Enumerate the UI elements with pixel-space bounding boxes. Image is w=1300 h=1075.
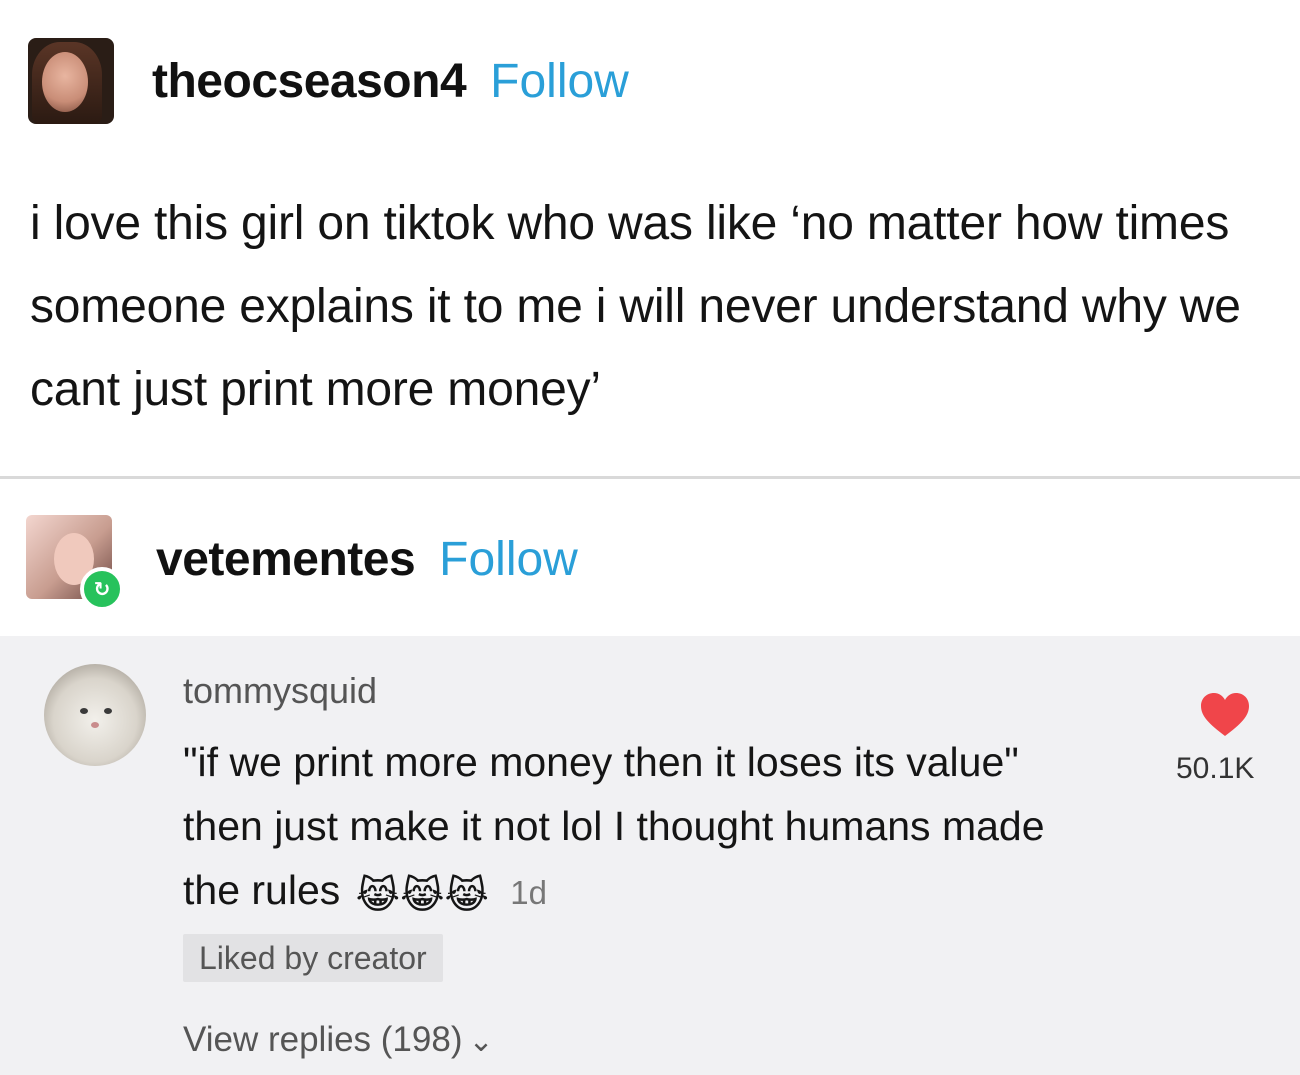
username[interactable]: theocseason4 — [152, 54, 467, 109]
reblogger-username[interactable]: vetementes — [156, 532, 416, 587]
avatar[interactable] — [28, 38, 114, 124]
avatar-eye-left — [80, 708, 88, 714]
comment-text-block: "if we print more money then it loses it… — [183, 730, 1083, 927]
follow-button-reblog[interactable]: Follow — [439, 532, 578, 587]
chevron-down-icon: ⌄ — [468, 1024, 494, 1059]
commenter-avatar[interactable] — [44, 664, 146, 766]
view-replies-button[interactable]: View replies (198) ⌄ — [183, 1020, 494, 1060]
post-text: i love this girl on tiktok who was like … — [30, 197, 1241, 416]
comment-screenshot: tommysquid "if we print more money then … — [0, 636, 1300, 1075]
follow-button[interactable]: Follow — [490, 54, 629, 109]
reblogger-avatar[interactable]: ↻ — [26, 515, 124, 611]
avatar-nose — [91, 722, 99, 728]
comment-timestamp: 1d — [510, 874, 548, 911]
heart-shape — [1201, 693, 1249, 736]
liked-by-creator-badge: Liked by creator — [183, 934, 443, 982]
reblog-header: ↻ vetementes Follow — [26, 514, 578, 611]
reblog-icon: ↻ — [80, 567, 124, 611]
heart-icon[interactable] — [1199, 692, 1251, 738]
view-replies-label: View replies (198) — [183, 1020, 463, 1059]
divider — [0, 476, 1300, 479]
post-header: theocseason4 Follow — [28, 38, 629, 124]
crying-laughing-cat-emoji: 😹😹😹 — [355, 873, 489, 917]
like-count: 50.1K — [1176, 752, 1255, 785]
commenter-name[interactable]: tommysquid — [183, 670, 377, 712]
comment-text: "if we print more money then it loses it… — [183, 739, 1045, 913]
avatar-eye-right — [104, 708, 112, 714]
avatar-face — [42, 52, 88, 112]
